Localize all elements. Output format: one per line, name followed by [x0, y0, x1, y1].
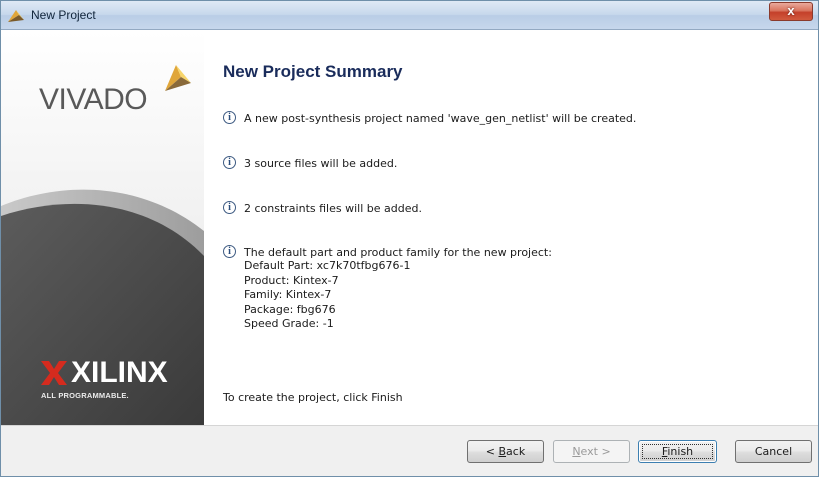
summary-item: i 3 source files will be added. — [223, 156, 397, 171]
default-part-text: Default Part: xc7k70tfbg676-1 — [244, 259, 411, 272]
left-banner: VIVADO XILINX ALL PROGRAMMABLE. — [1, 31, 204, 425]
focus-ring — [642, 444, 713, 459]
cancel-button[interactable]: Cancel — [735, 440, 812, 463]
next-button-label: ext > — [580, 445, 611, 458]
xilinx-tagline: ALL PROGRAMMABLE. — [41, 391, 129, 400]
back-button-mnemonic: B — [498, 445, 507, 458]
finish-button[interactable]: Finish — [638, 440, 717, 463]
summary-item: i 2 constraints files will be added. — [223, 201, 422, 216]
vivado-leaf-icon — [8, 10, 24, 22]
info-icon: i — [223, 111, 236, 124]
close-icon: x — [787, 3, 795, 18]
back-button-prefix: < — [485, 445, 499, 458]
family-text: Family: Kintex-7 — [244, 288, 332, 301]
summary-item-text: 3 source files will be added. — [244, 157, 398, 170]
xilinx-mark-icon — [41, 361, 67, 385]
title-bar[interactable]: New Project x — [1, 1, 818, 30]
button-bar: < Back Next > Finish Cancel — [1, 425, 818, 476]
vivado-logo-text: VIVADO — [39, 83, 148, 116]
close-button[interactable]: x — [769, 2, 813, 21]
page-title: New Project Summary — [223, 62, 403, 81]
new-project-dialog: New Project x VIVADO XILINX ALL PROGRAMM… — [0, 0, 819, 477]
xilinx-logo-text: XILINX — [71, 356, 168, 389]
back-button-label: ack — [506, 445, 526, 458]
summary-item-text: A new post-synthesis project named 'wave… — [244, 112, 637, 125]
info-icon: i — [223, 245, 236, 258]
speed-grade-text: Speed Grade: -1 — [244, 317, 334, 330]
part-details: Default Part: xc7k70tfbg676-1 Product: K… — [244, 259, 410, 332]
info-icon: i — [223, 156, 236, 169]
vivado-leaf-icon — [165, 65, 191, 91]
info-icon: i — [223, 201, 236, 214]
summary-panel: New Project Summary i A new post-synthes… — [204, 31, 818, 425]
window-title: New Project — [31, 8, 96, 22]
vivado-logo: VIVADO — [39, 65, 191, 117]
product-text: Product: Kintex-7 — [244, 273, 339, 287]
summary-item: i A new post-synthesis project named 'wa… — [223, 111, 636, 126]
finish-hint: To create the project, click Finish — [223, 391, 403, 404]
package-text: Package: fbg676 — [244, 302, 336, 316]
back-button[interactable]: < Back — [467, 440, 544, 463]
next-button-mnemonic: N — [572, 445, 581, 458]
next-button[interactable]: Next > — [553, 440, 630, 463]
summary-item: i The default part and product family fo… — [223, 245, 552, 260]
cancel-button-label: Cancel — [754, 445, 793, 458]
summary-item-text: The default part and product family for … — [244, 246, 552, 259]
summary-item-text: 2 constraints files will be added. — [244, 202, 422, 215]
